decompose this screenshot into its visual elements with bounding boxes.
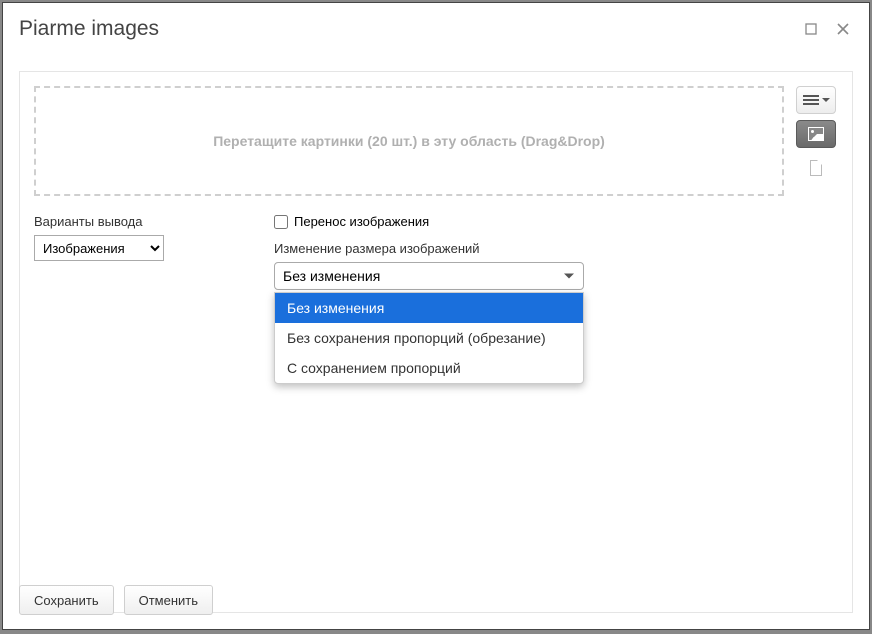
side-buttons xyxy=(794,86,838,182)
resize-option-0[interactable]: Без изменения xyxy=(275,293,583,323)
resize-select-wrapper: Без изменения Без изменения Без сохранен… xyxy=(274,262,584,290)
wrap-label: Перенос изображения xyxy=(294,214,429,229)
variants-label: Варианты вывода xyxy=(34,214,234,229)
document-icon xyxy=(810,160,822,176)
image-icon xyxy=(808,127,824,141)
hamburger-icon xyxy=(803,93,819,107)
variants-column: Варианты вывода Изображения xyxy=(34,214,234,261)
dropzone[interactable]: Перетащите картинки (20 шт.) в эту облас… xyxy=(34,86,784,196)
document-mode-button[interactable] xyxy=(796,154,836,182)
form-row: Варианты вывода Изображения Перенос изоб… xyxy=(34,214,838,290)
maximize-button[interactable] xyxy=(801,19,821,39)
menu-button[interactable] xyxy=(796,86,836,114)
resize-dropdown-list: Без изменения Без сохранения пропорций (… xyxy=(274,292,584,384)
dropzone-text: Перетащите картинки (20 шт.) в эту облас… xyxy=(213,133,605,149)
variants-select[interactable]: Изображения xyxy=(34,235,164,261)
resize-label: Изменение размера изображений xyxy=(274,241,838,256)
maximize-icon xyxy=(805,23,817,35)
options-column: Перенос изображения Изменение размера из… xyxy=(274,214,838,290)
resize-option-2[interactable]: С сохранением пропорций xyxy=(275,353,583,383)
image-mode-button[interactable] xyxy=(796,120,836,148)
dialog-footer: Сохранить Отменить xyxy=(19,585,213,615)
wrap-checkbox-row: Перенос изображения xyxy=(274,214,838,229)
resize-select[interactable]: Без изменения xyxy=(274,262,584,290)
resize-option-1[interactable]: Без сохранения пропорций (обрезание) xyxy=(275,323,583,353)
dialog-header: Piarme images xyxy=(3,3,869,55)
close-button[interactable] xyxy=(833,19,853,39)
dialog-controls xyxy=(801,19,853,39)
dialog: Piarme images Перетащите картинки (20 шт… xyxy=(2,2,870,630)
wrap-checkbox[interactable] xyxy=(274,215,288,229)
save-button[interactable]: Сохранить xyxy=(19,585,114,615)
close-icon xyxy=(837,23,849,35)
dialog-title: Piarme images xyxy=(19,17,159,41)
caret-down-icon xyxy=(822,98,830,102)
dialog-body: Перетащите картинки (20 шт.) в эту облас… xyxy=(3,55,869,629)
top-row: Перетащите картинки (20 шт.) в эту облас… xyxy=(34,86,838,196)
cancel-button[interactable]: Отменить xyxy=(124,585,213,615)
inner-panel: Перетащите картинки (20 шт.) в эту облас… xyxy=(19,71,853,613)
